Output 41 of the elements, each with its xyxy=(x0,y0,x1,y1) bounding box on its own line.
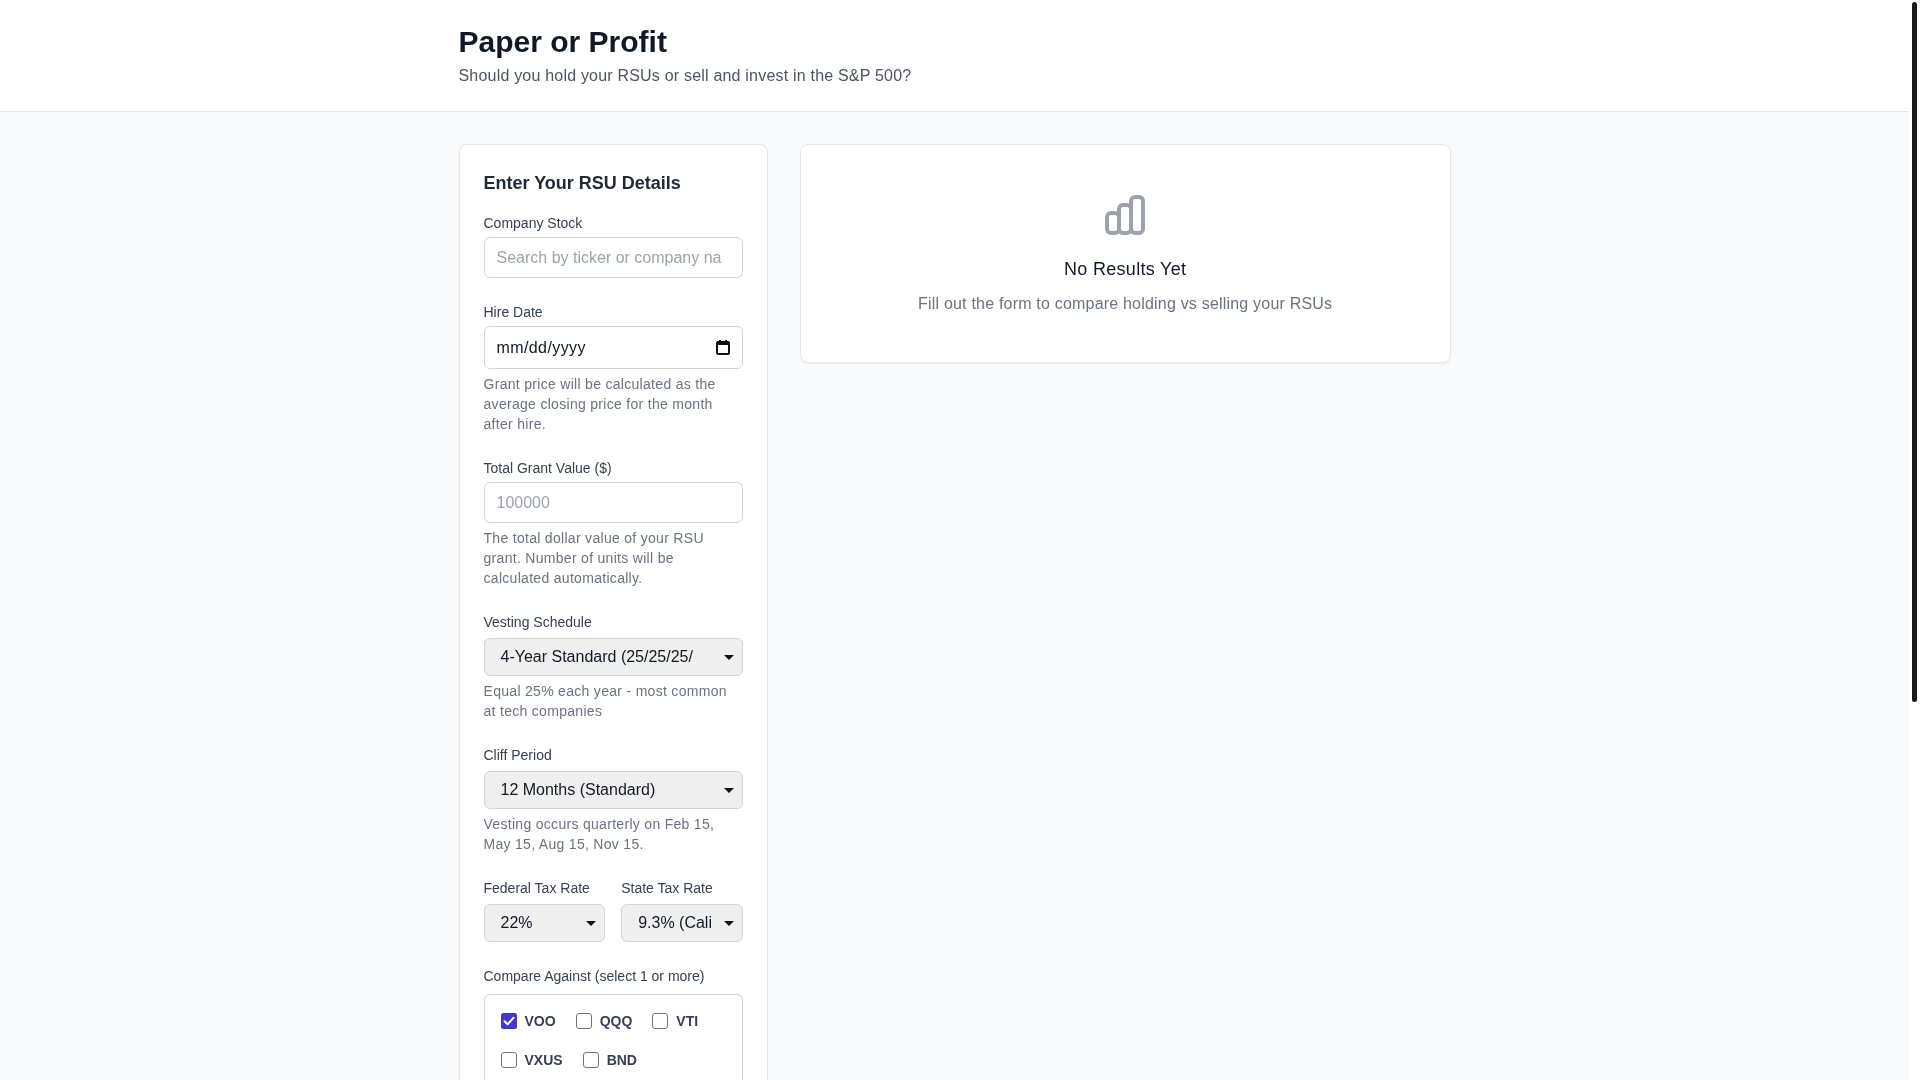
field-label: Compare Against (select 1 or more) xyxy=(483,967,706,986)
help-text: Grant price will be calculated as the average closing price for the month after hire. xyxy=(483,375,717,434)
field-label: Hire Date xyxy=(483,303,544,322)
checkbox[interactable] xyxy=(652,1013,669,1029)
field-label: Cliff Period xyxy=(483,746,553,765)
option-label: VTI xyxy=(676,1013,699,1029)
field-label: Federal Tax Rate xyxy=(483,879,591,898)
calendar-icon[interactable] xyxy=(715,340,730,355)
dropdown[interactable]: 12 Months (Standard) xyxy=(483,771,743,809)
caret-icon xyxy=(723,654,734,660)
checkbox[interactable] xyxy=(575,1013,592,1029)
input-field[interactable]: Search by ticker or company na xyxy=(483,237,743,278)
checkbox[interactable] xyxy=(500,1052,517,1068)
option-label: VXUS xyxy=(524,1052,563,1068)
scrollbar-thumb[interactable] xyxy=(1912,2,1917,702)
help-text: Equal 25% each year - most common at tech companies xyxy=(483,682,728,721)
option-label: VOO xyxy=(524,1013,556,1029)
option-label: QQQ xyxy=(599,1013,633,1029)
dropdown[interactable]: 22% xyxy=(483,904,606,942)
page-subtitle: Should you hold your RSUs or sell and invest in the S&P 500? xyxy=(458,66,913,86)
help-text: The total dollar value of your RSU grant. Number of units will be calculated automatically. xyxy=(483,529,705,588)
checkbox[interactable] xyxy=(582,1052,599,1068)
empty-state-title: No Results Yet xyxy=(1064,258,1187,281)
field-label: Company Stock xyxy=(483,214,584,233)
bar-chart-icon xyxy=(1105,195,1146,235)
dropdown[interactable]: 4-Year Standard (25/25/25/ xyxy=(483,638,743,676)
date-field[interactable]: mm/dd/yyyy xyxy=(483,326,743,369)
field-label: Vesting Schedule xyxy=(483,613,593,632)
page-title: Paper or Profit xyxy=(458,24,668,60)
caret-icon xyxy=(586,920,597,926)
option-label: BND xyxy=(606,1052,637,1068)
field-label: Total Grant Value ($) xyxy=(483,459,613,478)
help-text: Vesting occurs quarterly on Feb 15, May 15, Aug 15, Nov 15. xyxy=(483,815,716,854)
caret-icon xyxy=(723,787,734,793)
empty-state-message: Fill out the form to compare holding vs selling your RSUs xyxy=(918,294,1333,314)
checkbox[interactable] xyxy=(500,1013,517,1029)
input-field[interactable]: 100000 xyxy=(483,482,743,523)
dropdown[interactable]: 9.3% (Cali xyxy=(621,904,743,942)
caret-icon xyxy=(723,920,734,926)
form-heading: Enter Your RSU Details xyxy=(483,172,682,195)
field-label: State Tax Rate xyxy=(621,879,714,898)
